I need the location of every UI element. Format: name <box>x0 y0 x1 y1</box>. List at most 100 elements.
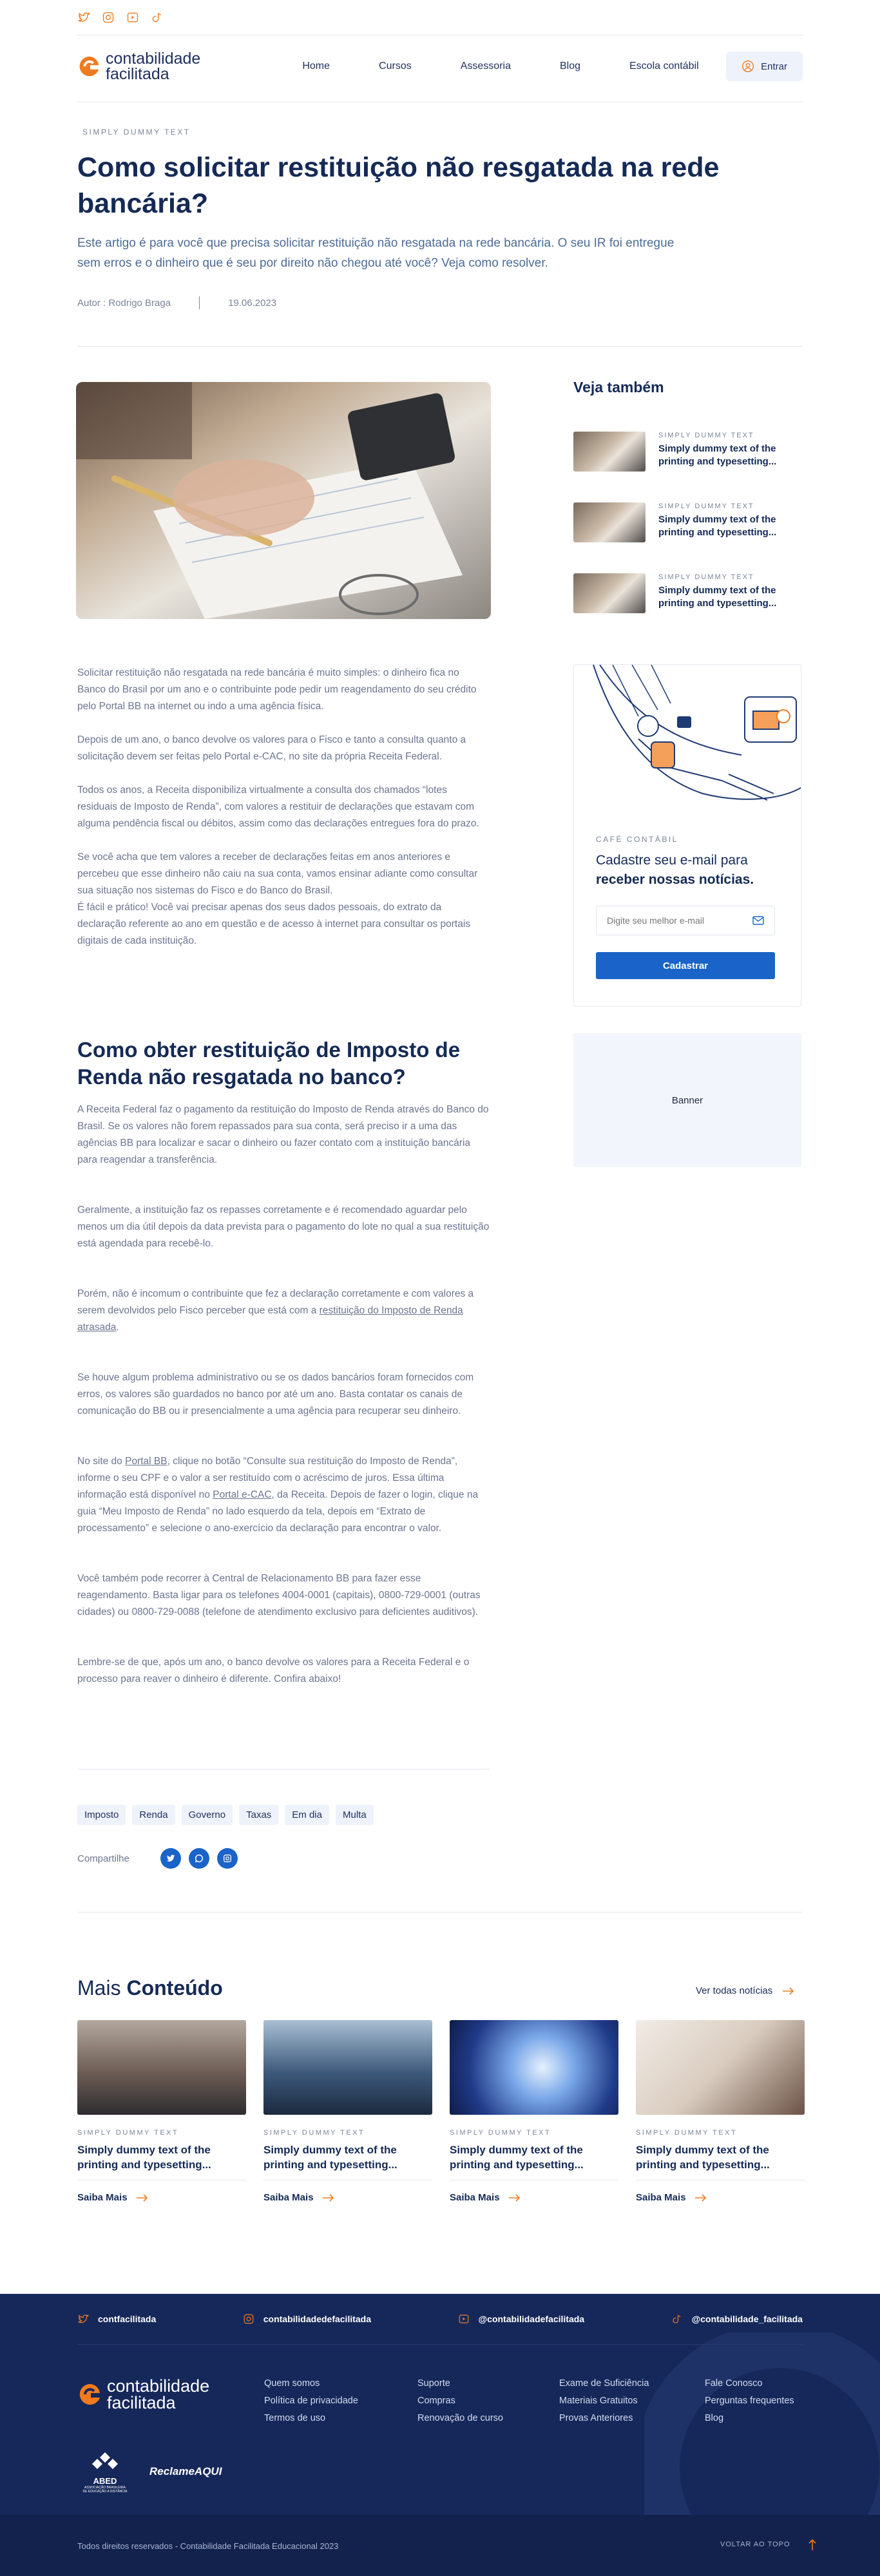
share-bar: Compartilhe <box>77 1848 238 1869</box>
instagram-icon[interactable] <box>102 11 115 27</box>
tag-imposto[interactable]: Imposto <box>77 1805 126 1825</box>
related-item[interactable]: SIMPLY DUMMY TEXT Simply dummy text of th… <box>573 432 781 472</box>
footer-link[interactable]: Provas Anteriores <box>559 2410 649 2427</box>
tag-em-dia[interactable]: Em dia <box>285 1805 329 1825</box>
newsletter-illustration <box>593 665 801 801</box>
login-button[interactable]: Entrar <box>726 52 803 81</box>
logo-line2: facilitada <box>106 65 169 83</box>
card-read-more-link[interactable]: Saiba Mais <box>450 2192 618 2203</box>
card-kicker: SIMPLY DUMMY TEXT <box>450 2129 551 2137</box>
nav-cursos[interactable]: Cursos <box>354 61 436 72</box>
newsletter-title: Cadastre seu e-mail para receber nossas … <box>596 851 789 890</box>
article-kicker: SIMPLY DUMMY TEXT <box>82 128 191 137</box>
tag-renda[interactable]: Renda <box>132 1805 175 1825</box>
logo-line1: contabilidade <box>106 50 201 68</box>
newsletter-box: CAFÉ CONTÁBIL Cadastre seu e-mail para r… <box>573 664 801 1007</box>
card-read-more-link[interactable]: Saiba Mais <box>636 2192 805 2203</box>
content-card[interactable]: SIMPLY DUMMY TEXT Simply dummy text of t… <box>636 2020 805 2203</box>
twitter-icon[interactable] <box>77 11 91 27</box>
email-field[interactable] <box>596 906 775 935</box>
link-portal-ecac[interactable]: Portal e-CAC <box>213 1489 271 1500</box>
share-instagram-icon[interactable] <box>216 1848 238 1869</box>
related-thumbnail <box>573 502 646 542</box>
footer-link[interactable]: Exame de Suficiência <box>559 2375 649 2392</box>
cta-label: Saiba Mais <box>636 2192 686 2203</box>
footer-link[interactable]: Blog <box>705 2410 794 2427</box>
link-portal-bb[interactable]: Portal BB <box>125 1456 167 1467</box>
copyright: Todos direitos reservados - Contabilidad… <box>77 2541 339 2551</box>
footer-twitter-link[interactable]: contfacilitada <box>77 2313 156 2325</box>
card-read-more-link[interactable]: Saiba Mais <box>263 2192 432 2203</box>
paragraph: Solicitar restituição não resgatada na r… <box>77 667 477 712</box>
text: No site do <box>77 1456 126 1467</box>
arrow-right-icon <box>783 1987 794 1995</box>
share-twitter-icon[interactable] <box>160 1848 181 1869</box>
logo-line1: contabilidade <box>107 2376 210 2396</box>
arrow-right-icon <box>136 2193 148 2202</box>
nav-blog[interactable]: Blog <box>535 61 605 72</box>
youtube-icon[interactable] <box>126 11 139 27</box>
article-author: Autor : Rodrigo Braga <box>77 297 171 309</box>
footer: contfacilitada contabilidadedefacilitada… <box>0 2294 880 2576</box>
content-cards: SIMPLY DUMMY TEXT Simply dummy text of t… <box>77 2020 805 2203</box>
nav-home[interactable]: Home <box>278 61 354 72</box>
arrow-right-icon <box>694 2193 706 2202</box>
newsletter-kicker: CAFÉ CONTÁBIL <box>596 835 678 844</box>
content-card[interactable]: SIMPLY DUMMY TEXT Simply dummy text of t… <box>450 2020 618 2203</box>
subscribe-button[interactable]: Cadastrar <box>596 952 775 979</box>
social-handle: @contabilidade_facilitada <box>691 2314 803 2324</box>
card-title: Simply dummy text of the printing and ty… <box>636 2144 770 2171</box>
footer-link[interactable]: Quem somos <box>264 2375 358 2392</box>
card-title: Simply dummy text of the printing and ty… <box>77 2144 211 2171</box>
card-kicker: SIMPLY DUMMY TEXT <box>636 2129 738 2137</box>
footer-link[interactable]: Suporte <box>417 2375 503 2392</box>
footer-link[interactable]: Termos de uso <box>264 2410 358 2427</box>
related-title: Simply dummy text of the printing and ty… <box>658 585 777 609</box>
arrow-up-icon <box>808 2539 816 2550</box>
content-card[interactable]: SIMPLY DUMMY TEXT Simply dummy text of t… <box>263 2020 432 2203</box>
logo[interactable]: contabilidade facilitada <box>77 51 200 82</box>
instagram-icon <box>244 2314 254 2324</box>
share-whatsapp-icon[interactable] <box>188 1848 209 1869</box>
email-input[interactable] <box>607 915 752 926</box>
footer-link[interactable]: Compras <box>417 2392 503 2410</box>
main-nav: contabilidade facilitada Home Cursos Ass… <box>77 44 803 89</box>
footer-youtube-link[interactable]: @contabilidadefacilitada <box>458 2313 584 2325</box>
card-read-more-link[interactable]: Saiba Mais <box>77 2192 246 2203</box>
paragraph: Lembre-se de que, após um ano, o banco d… <box>77 1657 470 1684</box>
menu: Home Cursos Assessoria Blog Escola contá… <box>278 61 723 72</box>
related-item[interactable]: SIMPLY DUMMY TEXT Simply dummy text of th… <box>573 573 781 613</box>
footer-instagram-link[interactable]: contabilidadedefacilitada <box>243 2313 371 2325</box>
footer-link[interactable]: Renovação de curso <box>417 2410 503 2427</box>
footer-tiktok-link[interactable]: @contabilidade_facilitada <box>671 2313 803 2325</box>
related-thumbnail <box>573 573 646 613</box>
article-hero-image <box>76 382 491 619</box>
tiktok-icon[interactable] <box>151 11 164 27</box>
footer-links-col2: Suporte Compras Renovação de curso <box>417 2375 503 2427</box>
content-card[interactable]: SIMPLY DUMMY TEXT Simply dummy text of t… <box>77 2020 246 2203</box>
nav-assessoria[interactable]: Assessoria <box>436 61 535 72</box>
footer-logo[interactable]: contabilidade facilitada <box>77 2376 210 2412</box>
related-title: Simply dummy text of the printing and ty… <box>658 514 777 538</box>
related-list: SIMPLY DUMMY TEXT Simply dummy text of th… <box>573 432 781 613</box>
abed-label: ABED <box>93 2476 117 2486</box>
tag-multa[interactable]: Multa <box>335 1805 374 1825</box>
divider <box>77 1912 803 1913</box>
footer-link[interactable]: Fale Conosco <box>705 2375 794 2392</box>
tag-taxas[interactable]: Taxas <box>239 1805 279 1825</box>
see-all-news-link[interactable]: Ver todas notícias <box>696 1985 794 1996</box>
banner-placeholder[interactable]: Banner <box>573 1033 801 1167</box>
sidebar-title: Veja também <box>573 379 664 396</box>
tag-list: Imposto Renda Governo Taxas Em dia Multa <box>77 1805 374 1825</box>
footer-link[interactable]: Política de privacidade <box>264 2392 358 2410</box>
nav-escola-contabil[interactable]: Escola contábil <box>605 61 723 72</box>
paragraph: Você também pode recorrer à Central de R… <box>77 1573 481 1617</box>
back-to-top-link[interactable]: VOLTAR AO TOPO <box>720 2539 816 2550</box>
footer-link[interactable]: Materiais Gratuitos <box>559 2392 649 2410</box>
related-item[interactable]: SIMPLY DUMMY TEXT Simply dummy text of th… <box>573 502 781 542</box>
footer-link[interactable]: Perguntas frequentes <box>705 2392 794 2410</box>
card-kicker: SIMPLY DUMMY TEXT <box>77 2129 179 2137</box>
card-title: Simply dummy text of the printing and ty… <box>450 2144 584 2171</box>
article-meta: Autor : Rodrigo Braga 19.06.2023 <box>77 296 276 309</box>
tag-governo[interactable]: Governo <box>181 1805 233 1825</box>
